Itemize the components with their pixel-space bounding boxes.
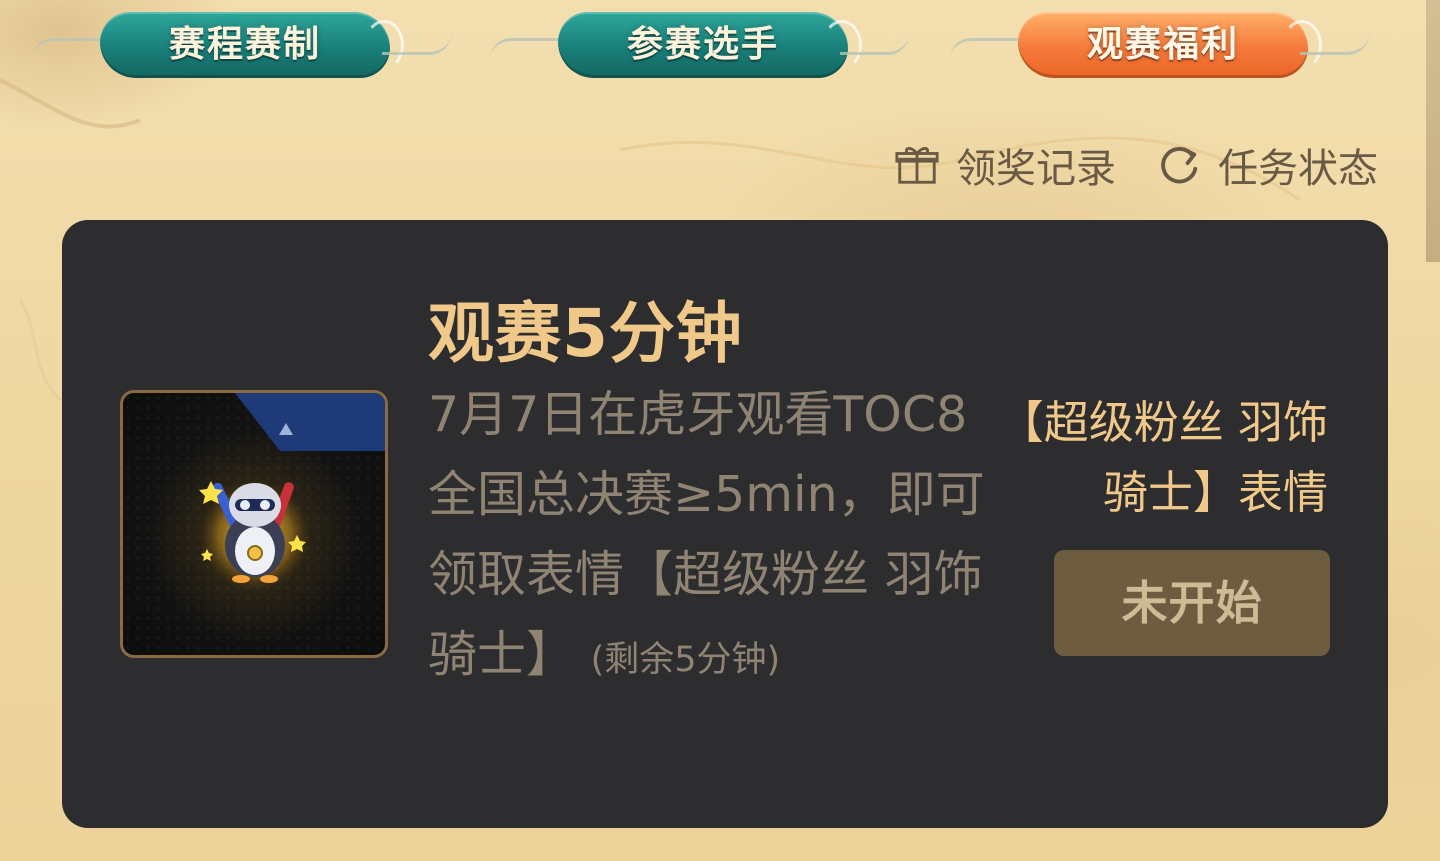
refresh-icon xyxy=(1161,147,1198,184)
tab-label: 参赛选手 xyxy=(626,24,779,65)
reward-record-label: 领奖记录 xyxy=(956,146,1116,192)
header-links: 领奖记录 任务状态 xyxy=(894,140,1378,192)
task-description-text: 7月7日在虎牙观看TOC8全国总决赛≥5min，即可领取表情【超级粉丝 羽饰骑士… xyxy=(428,386,985,683)
reward-thumbnail xyxy=(120,390,388,658)
penguin-mascot-icon xyxy=(195,469,315,589)
tab-viewing-rewards[interactable]: 观赛福利 xyxy=(950,10,1370,82)
task-status-link[interactable]: 任务状态 xyxy=(1156,136,1378,194)
claim-button[interactable]: 未开始 xyxy=(1054,550,1330,656)
remaining-time: (剩余5分钟) xyxy=(590,640,781,680)
tab-label: 观赛福利 xyxy=(1086,24,1239,65)
task-status-label: 任务状态 xyxy=(1218,146,1378,192)
tab-label: 赛程赛制 xyxy=(168,24,321,65)
tab-players[interactable]: 参赛选手 xyxy=(490,10,910,82)
task-card: 观赛5分钟 7月7日在虎牙观看TOC8全国总决赛≥5min，即可领取表情【超级粉… xyxy=(62,220,1388,828)
reward-record-link[interactable]: 领奖记录 xyxy=(894,136,1116,194)
task-title: 观赛5分钟 xyxy=(428,295,743,372)
reward-label: 【超级粉丝 羽饰骑士】表情 xyxy=(998,396,1328,519)
gift-icon xyxy=(895,147,939,184)
tab-schedule[interactable]: 赛程赛制 xyxy=(32,10,452,82)
rank-mark-icon xyxy=(279,423,293,435)
task-description: 7月7日在虎牙观看TOC8全国总决赛≥5min，即可领取表情【超级粉丝 羽饰骑士… xyxy=(428,375,988,700)
